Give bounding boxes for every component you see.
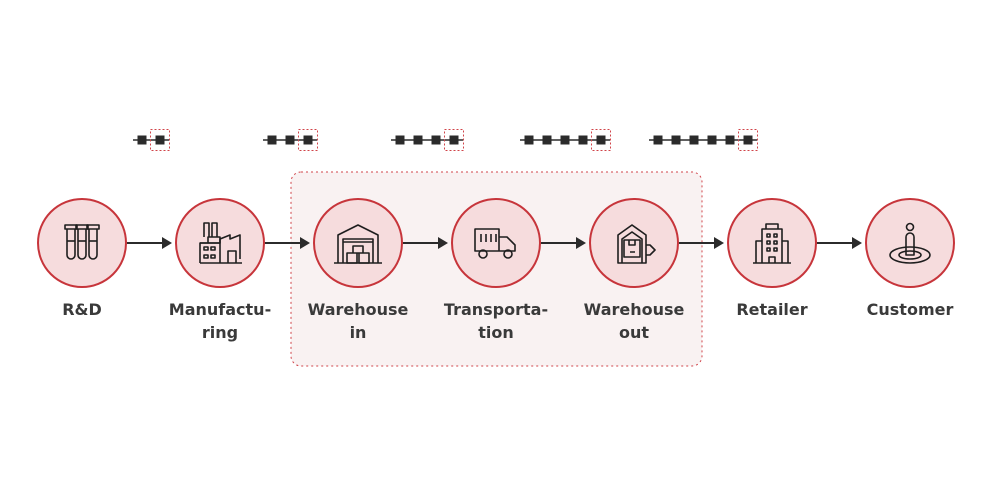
step-circle xyxy=(313,198,403,288)
block-chain-5 xyxy=(649,129,758,151)
label-line: Warehouse xyxy=(307,300,409,319)
block-chain-4 xyxy=(520,129,611,151)
chain-block xyxy=(524,135,534,145)
label-line: tion xyxy=(478,323,514,342)
step-label-manufacturing: Manufactu-ring xyxy=(150,298,290,344)
chain-block xyxy=(303,135,313,145)
step-label-retailer: Retailer xyxy=(702,298,842,321)
chain-block xyxy=(743,135,753,145)
label-line: Manufactu- xyxy=(168,300,272,319)
label-line: Transporta- xyxy=(443,300,549,319)
label-line: ring xyxy=(201,323,239,342)
step-circle xyxy=(865,198,955,288)
chain-block xyxy=(449,135,459,145)
chain-block xyxy=(155,135,165,145)
chain-block xyxy=(267,135,277,145)
chain-block xyxy=(413,135,423,145)
chain-block xyxy=(596,135,606,145)
step-circle xyxy=(451,198,541,288)
chain-block xyxy=(689,135,699,145)
arrow-head-icon xyxy=(714,237,724,249)
step-label-transportation: Transporta-tion xyxy=(426,298,566,344)
label-line: Warehouse xyxy=(583,300,685,319)
chain-block xyxy=(725,135,735,145)
block-chain-1 xyxy=(133,129,170,151)
step-circle xyxy=(37,198,127,288)
label-line: R&D xyxy=(62,300,102,319)
chain-block xyxy=(395,135,405,145)
chain-block xyxy=(431,135,441,145)
step-label-warehouse-out: Warehouse out xyxy=(564,298,704,344)
chain-block xyxy=(653,135,663,145)
step-label-customer: Customer xyxy=(840,298,980,321)
label-line: out xyxy=(618,323,650,342)
label-line: Customer xyxy=(866,300,954,319)
arrow-head-icon xyxy=(852,237,862,249)
chain-block xyxy=(137,135,147,145)
step-label-warehouse-in: Warehouse in xyxy=(288,298,428,344)
chain-block xyxy=(560,135,570,145)
chain-block xyxy=(578,135,588,145)
supply-chain-diagram: R&D Manufactu-ring Warehouse in Transport… xyxy=(0,0,1000,500)
label-line: Retailer xyxy=(736,300,808,319)
block-chain-2 xyxy=(263,129,318,151)
arrow-head-icon xyxy=(162,237,172,249)
diagram-canvas xyxy=(37,129,955,367)
block-chain-3 xyxy=(391,129,464,151)
step-circle xyxy=(589,198,679,288)
chain-block xyxy=(707,135,717,145)
chain-block xyxy=(285,135,295,145)
step-label-rnd: R&D xyxy=(12,298,152,321)
chain-block xyxy=(671,135,681,145)
step-circle xyxy=(727,198,817,288)
label-line: in xyxy=(349,323,367,342)
chain-block xyxy=(542,135,552,145)
